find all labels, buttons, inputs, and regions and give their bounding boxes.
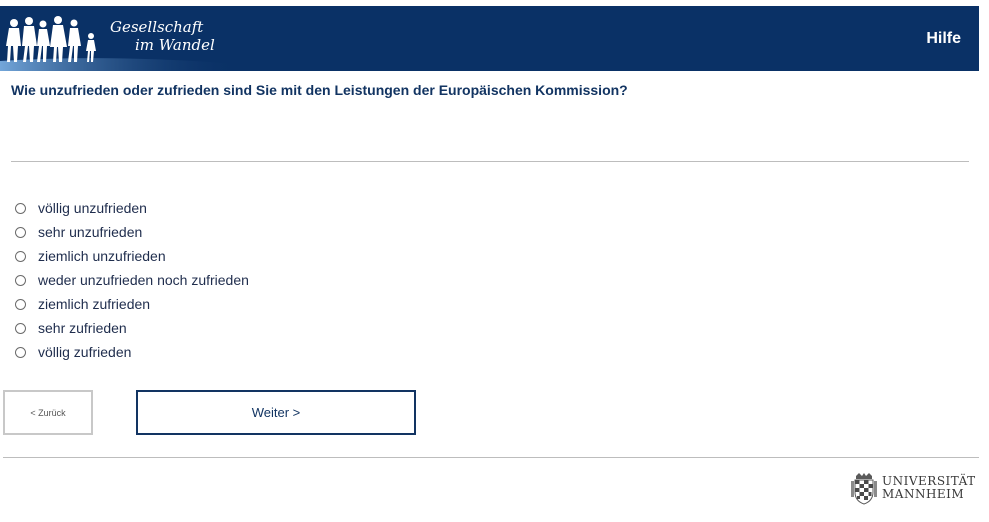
help-link[interactable]: Hilfe: [926, 30, 961, 48]
site-logo: Gesellschaft im Wandel: [0, 6, 240, 71]
radio-button[interactable]: [15, 322, 26, 334]
university-name: UNIVERSITÄT MANNHEIM: [882, 475, 976, 501]
divider: [11, 161, 969, 162]
logo-wordmark: Gesellschaft im Wandel: [110, 18, 215, 54]
answer-label[interactable]: völlig unzufrieden: [38, 200, 147, 216]
answer-option[interactable]: sehr unzufrieden: [15, 220, 249, 244]
answer-label[interactable]: sehr zufrieden: [38, 320, 127, 336]
next-button[interactable]: Weiter >: [136, 390, 416, 435]
answer-options: völlig unzufrieden sehr unzufrieden ziem…: [15, 196, 249, 364]
question-text: Wie unzufrieden oder zufrieden sind Sie …: [11, 82, 628, 98]
answer-option[interactable]: völlig zufrieden: [15, 340, 249, 364]
radio-button[interactable]: [15, 298, 26, 310]
answer-option[interactable]: weder unzufrieden noch zufrieden: [15, 268, 249, 292]
answer-option[interactable]: ziemlich zufrieden: [15, 292, 249, 316]
answer-option[interactable]: sehr zufrieden: [15, 316, 249, 340]
radio-button[interactable]: [15, 250, 26, 262]
answer-label[interactable]: völlig zufrieden: [38, 344, 131, 360]
logo-line-1: Gesellschaft: [110, 18, 204, 36]
back-button[interactable]: < Zurück: [3, 390, 93, 435]
answer-option[interactable]: ziemlich unzufrieden: [15, 244, 249, 268]
answer-label[interactable]: weder unzufrieden noch zufrieden: [38, 272, 249, 288]
answer-label[interactable]: sehr unzufrieden: [38, 224, 142, 240]
radio-button[interactable]: [15, 274, 26, 286]
university-crest-icon: [851, 473, 877, 505]
answer-label[interactable]: ziemlich zufrieden: [38, 296, 150, 312]
university-name-line-2: MANNHEIM: [882, 487, 965, 501]
answer-label[interactable]: ziemlich unzufrieden: [38, 248, 166, 264]
radio-button[interactable]: [15, 226, 26, 238]
footer-divider: [3, 457, 979, 458]
university-logo: UNIVERSITÄT MANNHEIM: [849, 471, 976, 505]
radio-button[interactable]: [15, 202, 26, 214]
answer-option[interactable]: völlig unzufrieden: [15, 196, 249, 220]
radio-button[interactable]: [15, 346, 26, 358]
header-bar: Gesellschaft im Wandel Hilfe: [0, 6, 979, 71]
logo-line-2: im Wandel: [135, 36, 215, 54]
